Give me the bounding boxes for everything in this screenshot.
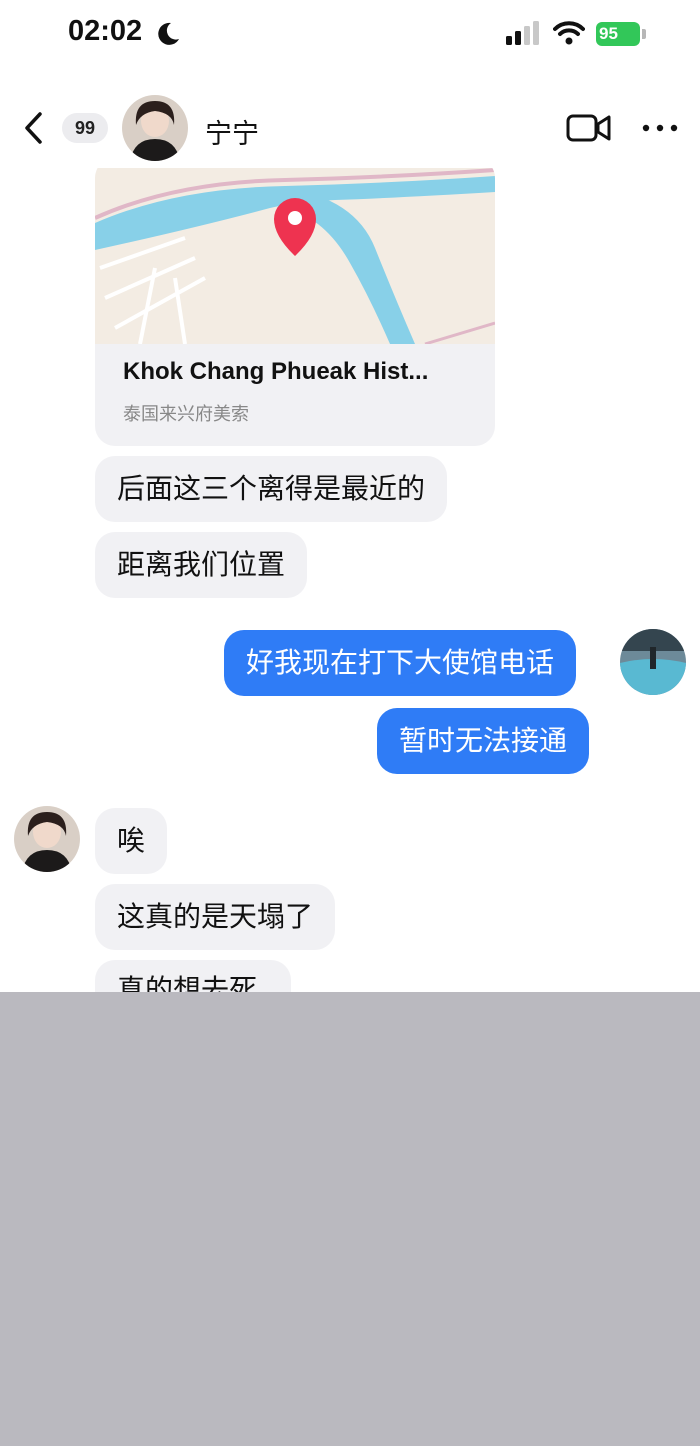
more-options-icon[interactable] xyxy=(640,116,680,140)
contact-avatar[interactable] xyxy=(122,95,188,161)
avatar-pool-icon xyxy=(620,629,686,695)
contact-name[interactable]: 宁宁 xyxy=(205,112,259,151)
location-title: Khok Chang Phueak Hist... xyxy=(123,358,429,385)
contact-avatar-message[interactable] xyxy=(14,806,80,872)
my-avatar[interactable] xyxy=(620,629,686,695)
message-bubble-incoming[interactable]: 后面这三个离得是最近的 xyxy=(95,456,448,522)
video-call-icon[interactable] xyxy=(566,112,612,144)
battery-cap xyxy=(642,29,646,39)
battery-indicator: 95 xyxy=(596,22,646,46)
location-subtitle: 泰国来兴府美索 xyxy=(123,404,249,425)
gray-cover-panel xyxy=(0,992,700,1446)
avatar-portrait-icon xyxy=(122,95,188,161)
status-bar: 02:02 95 xyxy=(0,0,700,70)
map-preview xyxy=(95,168,495,344)
wifi-icon xyxy=(553,21,585,45)
unread-count-badge[interactable]: 99 xyxy=(62,113,108,143)
message-bubble-incoming[interactable]: 真的想去死 xyxy=(95,960,291,992)
message-list[interactable]: Khok Chang Phueak Hist... 泰国来兴府美索 后面这三个离… xyxy=(0,168,700,992)
cellular-signal-icon xyxy=(506,21,539,45)
avatar-portrait-icon xyxy=(14,806,80,872)
message-bubble-incoming[interactable]: 唉 xyxy=(95,808,168,874)
message-bubble-outgoing[interactable]: 暂时无法接通 xyxy=(377,708,590,774)
moon-icon xyxy=(158,22,179,45)
battery-level: 95 xyxy=(596,22,640,46)
location-message-card[interactable]: Khok Chang Phueak Hist... 泰国来兴府美索 xyxy=(95,168,495,446)
status-time: 02:02 xyxy=(68,15,143,47)
back-chevron-icon[interactable] xyxy=(18,108,50,148)
message-bubble-incoming[interactable]: 这真的是天塌了 xyxy=(95,884,336,950)
chat-header: 99 宁宁 xyxy=(0,88,700,168)
message-bubble-outgoing[interactable]: 好我现在打下大使馆电话 xyxy=(224,630,577,696)
message-bubble-incoming[interactable]: 距离我们位置 xyxy=(95,532,308,598)
